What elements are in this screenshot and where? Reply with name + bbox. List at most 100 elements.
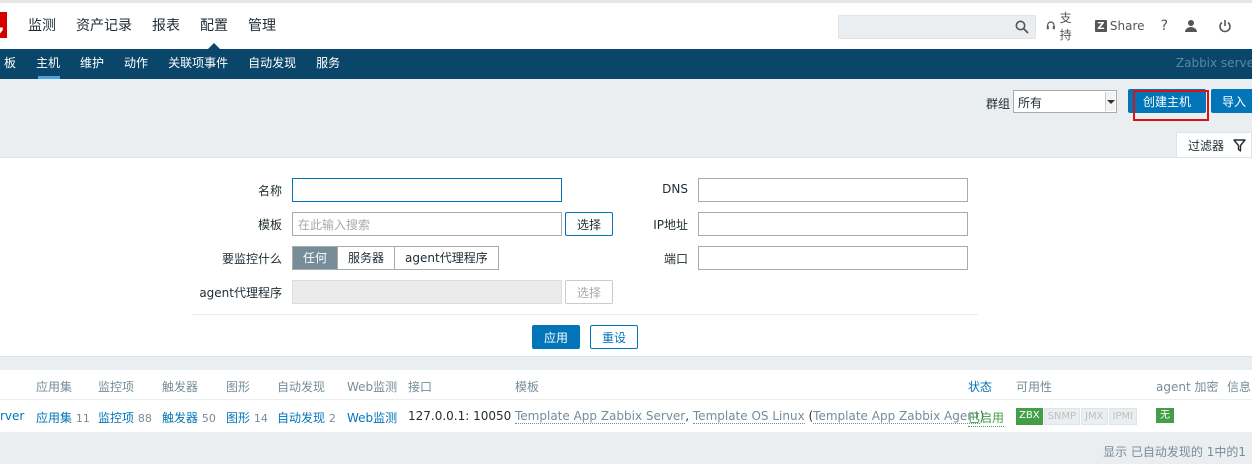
filter-divider	[192, 314, 978, 315]
monitor-option-agent[interactable]: agent代理程序	[395, 247, 498, 269]
share-label: Share	[1109, 19, 1145, 33]
filter-tab[interactable]: 过滤器	[1176, 132, 1252, 158]
triggers-link[interactable]: 触发器	[162, 411, 198, 425]
templates-cell: Template App Zabbix Server, Template OS …	[515, 409, 984, 424]
global-search-input[interactable]	[838, 15, 1036, 39]
support-label: 支持	[1059, 11, 1072, 42]
sub-nav: 板 主机 维护 动作 关联项事件 自动发现 服务 Zabbix serve	[0, 49, 1252, 79]
subnav-actions[interactable]: 动作	[114, 49, 158, 79]
availability-badges: ZBX SNMP JMX IPMI	[1016, 408, 1138, 425]
filter-icon	[1233, 139, 1246, 152]
share-icon: Z	[1094, 20, 1107, 32]
interface-cell: 127.0.0.1: 10050	[408, 409, 512, 423]
graphs-link[interactable]: 图形	[226, 411, 250, 425]
nav-configuration[interactable]: 配置	[190, 3, 238, 50]
ip-label: IP地址	[653, 218, 688, 232]
col-header-graphs: 图形	[226, 380, 251, 394]
host-name-link[interactable]: rver	[0, 409, 24, 423]
monitor-option-any[interactable]: 任何	[293, 247, 339, 269]
jmx-badge: JMX	[1081, 408, 1108, 425]
discovery-link[interactable]: 自动发现	[277, 411, 325, 425]
apply-button[interactable]: 应用	[532, 325, 580, 349]
share-link[interactable]: Z Share	[1094, 19, 1145, 33]
graphs-cell: 图形 14	[226, 409, 268, 426]
headset-icon	[1046, 21, 1055, 30]
apps-count: 11	[75, 412, 90, 425]
group-select-value: 所有	[1018, 96, 1043, 110]
col-header-apps: 应用集	[36, 380, 73, 394]
col-header-web: Web监测	[347, 380, 398, 394]
col-header-discovery: 自动发现	[277, 380, 326, 394]
group-select[interactable]: 所有	[1013, 90, 1117, 113]
dns-label: DNS	[662, 182, 688, 196]
group-label: 群组	[986, 97, 1011, 111]
reset-button[interactable]: 重设	[590, 325, 638, 349]
help-icon: ?	[1160, 18, 1168, 34]
subnav-hosts[interactable]: 主机	[26, 49, 70, 79]
highlight-box	[1133, 90, 1209, 121]
logout-link[interactable]	[1218, 19, 1236, 33]
nav-inventory[interactable]: 资产记录	[66, 3, 142, 49]
table-header-divider	[0, 399, 1252, 400]
power-icon	[1219, 20, 1231, 33]
items-cell: 监控项 88	[98, 409, 152, 426]
template-link-agent[interactable]: Template App Zabbix Agent	[813, 409, 980, 424]
name-label: 名称	[257, 184, 282, 198]
subnav-correlation[interactable]: 关联项事件	[158, 49, 238, 79]
profile-link[interactable]	[1184, 19, 1202, 33]
col-header-encryption: agent 加密	[1156, 380, 1219, 394]
nav-administration[interactable]: 管理	[238, 3, 286, 49]
col-header-availability: 可用性	[1016, 380, 1053, 394]
col-header-triggers: 触发器	[162, 380, 199, 394]
col-header-status[interactable]: 状态	[968, 378, 992, 395]
agent-proxy-label: agent代理程序	[199, 286, 282, 300]
discovery-cell: 自动发现 2	[277, 409, 336, 426]
top-bar: Z 监测 资产记录 报表 配置 管理 支持 Z Share ?	[0, 0, 1252, 50]
port-label: 端口	[663, 252, 688, 266]
template-select-button[interactable]: 选择	[565, 212, 613, 236]
page-header: 群组 所有 创建主机 导入	[0, 79, 1252, 123]
dropdown-arrow-icon	[1105, 92, 1115, 111]
server-name: Zabbix serve	[1175, 56, 1252, 70]
col-header-interface: 接口	[408, 380, 433, 394]
items-count: 88	[137, 412, 152, 425]
nav-monitoring[interactable]: 监测	[18, 3, 66, 49]
dns-input[interactable]	[698, 178, 968, 202]
import-button[interactable]: 导入	[1211, 89, 1252, 113]
zbx-badge: ZBX	[1016, 408, 1043, 425]
table-summary: 显示 已自动发现的 1中的1	[1103, 445, 1246, 459]
help-link[interactable]: ?	[1161, 18, 1168, 34]
template-input[interactable]: 在此输入搜索	[292, 212, 562, 236]
monitor-option-server[interactable]: 服务器	[338, 247, 396, 269]
template-link-server[interactable]: Template App Zabbix Server	[515, 409, 686, 424]
triggers-count: 50	[201, 412, 216, 425]
discovery-count: 2	[328, 412, 336, 425]
subnav-discovery[interactable]: 自动发现	[238, 49, 306, 79]
ip-input[interactable]	[698, 212, 968, 236]
status-toggle[interactable]: 已启用	[968, 409, 1005, 427]
graphs-count: 14	[253, 412, 268, 425]
template-link-linux[interactable]: Template OS Linux	[692, 409, 805, 424]
nav-reports[interactable]: 报表	[142, 3, 190, 49]
col-header-info: 信息	[1227, 380, 1252, 394]
monitor-radio-group: 任何 服务器 agent代理程序	[292, 246, 499, 270]
header-tools: 支持 Z Share ?	[1046, 3, 1252, 49]
subnav-maintenance[interactable]: 维护	[70, 49, 114, 79]
search-icon[interactable]	[1015, 20, 1029, 34]
encryption-badge: 无	[1156, 408, 1174, 423]
support-link[interactable]: 支持	[1046, 9, 1079, 43]
subnav-services[interactable]: 服务	[306, 49, 350, 79]
triggers-cell: 触发器 50	[162, 409, 216, 426]
zabbix-logo[interactable]: Z	[0, 12, 7, 50]
name-input[interactable]	[292, 178, 562, 202]
monitor-label: 要监控什么	[221, 252, 282, 266]
filter-tab-label: 过滤器	[1188, 139, 1225, 153]
web-link[interactable]: Web监测	[347, 409, 397, 426]
subnav-templates[interactable]: 板	[0, 49, 26, 79]
filter-panel: 名称 模板 在此输入搜索 选择 要监控什么 任何 服务器 agent代理程序 a…	[0, 157, 1252, 357]
port-input[interactable]	[698, 246, 968, 270]
apps-cell: 应用集 11	[36, 409, 90, 426]
apps-link[interactable]: 应用集	[36, 411, 72, 425]
agent-proxy-select-button: 选择	[565, 280, 613, 304]
items-link[interactable]: 监控项	[98, 411, 134, 425]
